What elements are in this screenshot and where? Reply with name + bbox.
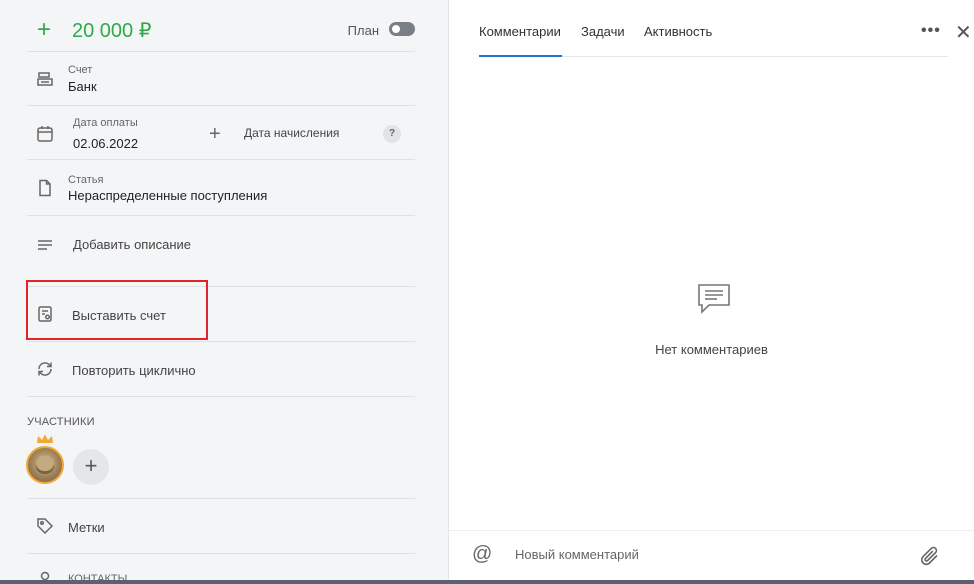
mention-icon[interactable]: @ <box>472 543 492 566</box>
repeat-icon <box>36 360 54 378</box>
payment-date-label: Дата оплаты <box>73 117 138 129</box>
plan-toggle[interactable] <box>389 22 415 36</box>
cash-register-icon <box>36 70 54 88</box>
divider <box>27 396 415 397</box>
comments-panel: Комментарии Задачи Активность ••• ✕ Нет … <box>449 0 974 580</box>
divider <box>27 498 415 499</box>
amount-row: + 20 000 ₽ План <box>27 14 415 50</box>
divider <box>27 553 415 554</box>
close-icon[interactable]: ✕ <box>955 20 972 45</box>
comment-icon <box>698 284 730 314</box>
divider <box>27 51 415 52</box>
comment-input[interactable] <box>515 547 905 562</box>
amount-value[interactable]: 20 000 ₽ <box>72 19 151 43</box>
tag-icon <box>36 517 54 535</box>
active-tab-indicator <box>479 55 562 57</box>
category-label: Статья <box>68 174 104 186</box>
attach-icon[interactable] <box>919 545 941 567</box>
empty-comments-text: Нет комментариев <box>655 342 768 357</box>
tab-bar: Комментарии Задачи Активность ••• ✕ <box>479 0 972 57</box>
crown-icon <box>37 434 53 443</box>
tags-button[interactable]: Метки <box>68 520 105 535</box>
text-lines-icon <box>36 236 54 254</box>
divider <box>27 105 415 106</box>
calendar-icon <box>36 125 54 143</box>
account-label: Счет <box>68 64 93 76</box>
comment-composer: @ <box>449 530 974 580</box>
more-icon[interactable]: ••• <box>921 22 941 40</box>
repeat-button[interactable]: Повторить циклично <box>72 363 196 378</box>
highlight-frame <box>26 280 208 340</box>
tab-comments[interactable]: Комментарии <box>479 24 561 39</box>
divider <box>27 159 415 160</box>
divider <box>27 215 415 216</box>
window-edge <box>0 580 974 584</box>
add-accrual-plus-icon[interactable]: + <box>209 124 221 144</box>
plan-label: План <box>347 23 379 38</box>
operation-panel: + 20 000 ₽ План Счет Банк Дата оплаты 02… <box>0 0 449 584</box>
income-plus-icon: + <box>37 16 52 43</box>
category-value[interactable]: Нераспределенные поступления <box>68 188 267 203</box>
document-icon <box>36 179 54 197</box>
account-value[interactable]: Банк <box>68 79 97 94</box>
help-icon[interactable]: ? <box>383 125 401 143</box>
tab-activity[interactable]: Активность <box>644 24 712 39</box>
accrual-date-button[interactable]: Дата начисления <box>244 126 339 140</box>
add-participant-button[interactable]: + <box>73 449 109 485</box>
tab-tasks[interactable]: Задачи <box>581 24 625 39</box>
divider <box>27 341 415 342</box>
participants-title: УЧАСТНИКИ <box>27 416 95 428</box>
payment-date-value[interactable]: 02.06.2022 <box>73 136 138 151</box>
avatar[interactable] <box>26 446 64 484</box>
add-description-button[interactable]: Добавить описание <box>73 237 191 252</box>
